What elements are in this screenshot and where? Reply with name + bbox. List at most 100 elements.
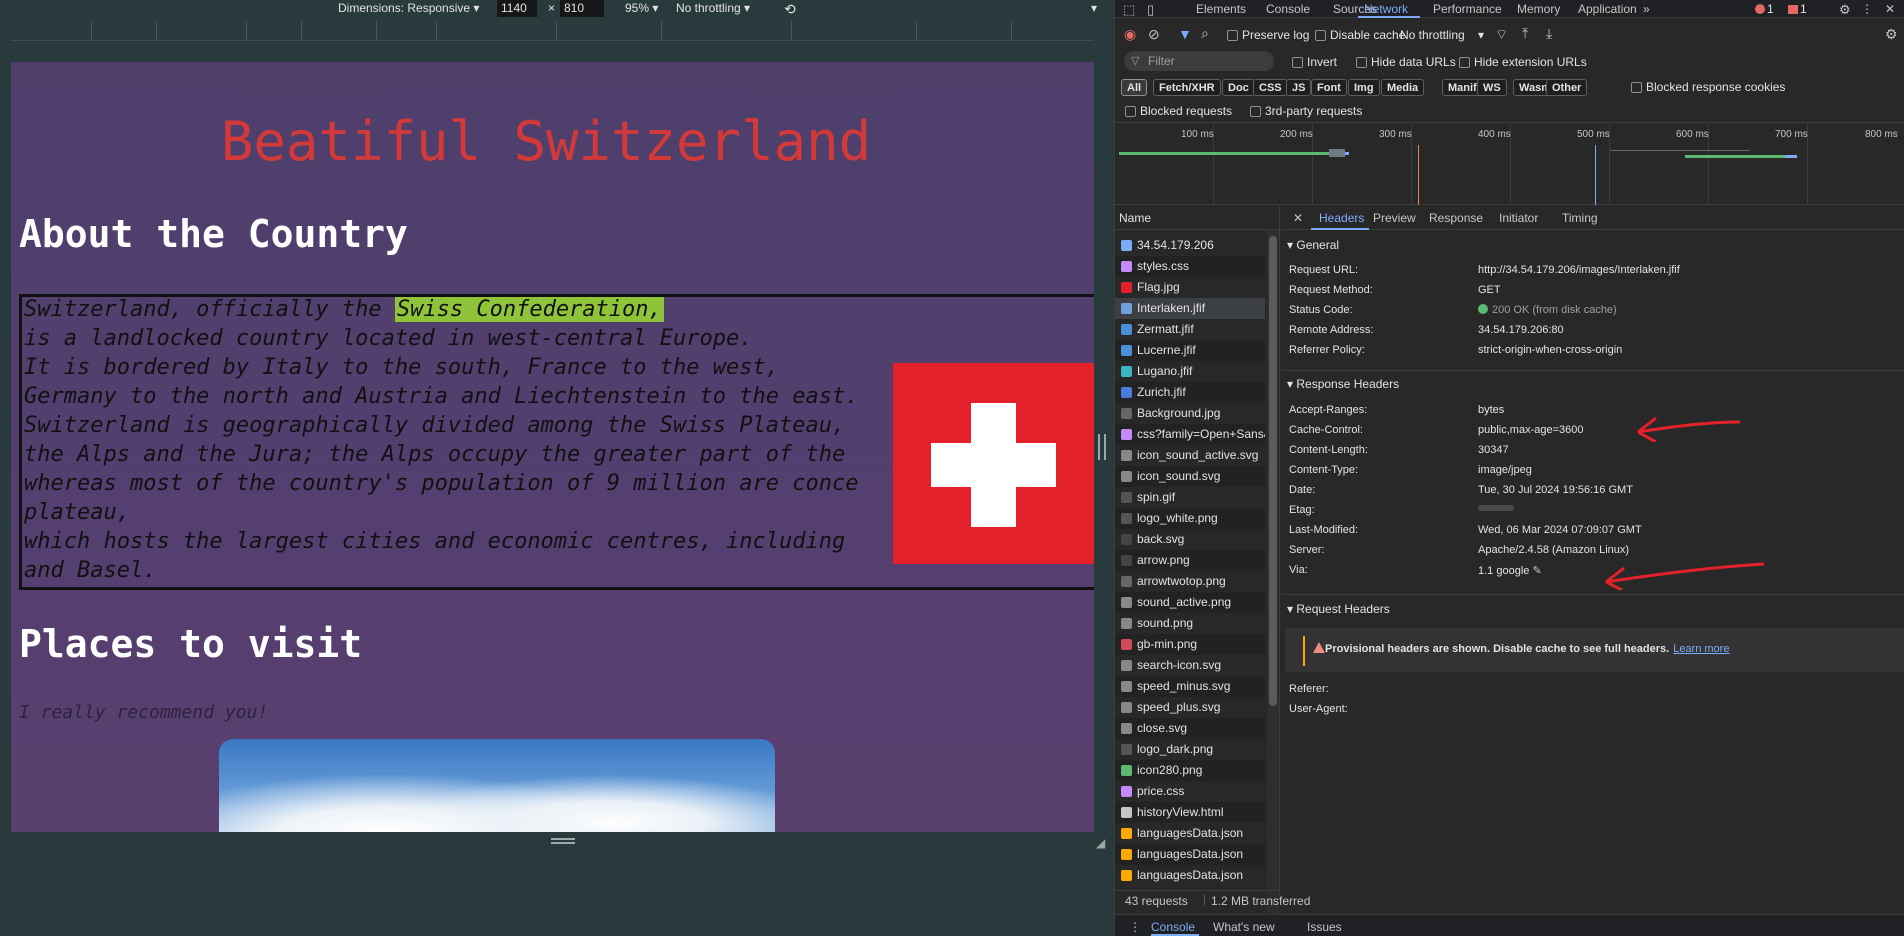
request-row[interactable]: languagesData.json — [1115, 844, 1265, 865]
width-input[interactable]: 1140 — [497, 0, 537, 17]
hide-extension-urls-checkbox[interactable]: Hide extension URLs — [1459, 55, 1587, 69]
request-row[interactable]: Lucerne.jfif — [1115, 340, 1265, 361]
zoom-dropdown[interactable]: 95% ▾ — [625, 1, 658, 15]
drawer-tab-issues[interactable]: Issues — [1307, 920, 1342, 934]
type-fetch-xhr[interactable]: Fetch/XHR — [1153, 79, 1221, 96]
dimensions-dropdown[interactable]: Dimensions: Responsive ▾ — [338, 1, 479, 15]
filter-icon[interactable]: ▼ — [1178, 26, 1192, 42]
request-row[interactable]: languagesData.json — [1115, 865, 1265, 886]
tab-network[interactable]: Network — [1364, 2, 1408, 16]
tab-headers[interactable]: Headers — [1319, 211, 1364, 225]
preserve-log-checkbox[interactable]: Preserve log — [1227, 28, 1309, 42]
search-icon[interactable]: ⌕ — [1201, 25, 1209, 42]
tab-response[interactable]: Response — [1429, 211, 1483, 225]
type-css[interactable]: CSS — [1253, 79, 1288, 96]
disable-cache-checkbox[interactable]: Disable cache — [1315, 28, 1405, 42]
header-value[interactable]: GET — [1478, 284, 1501, 296]
request-row[interactable]: logo_dark.png — [1115, 739, 1265, 760]
type-media[interactable]: Media — [1381, 79, 1425, 96]
type-js[interactable]: JS — [1286, 79, 1312, 96]
tab-performance[interactable]: Performance — [1433, 2, 1502, 16]
header-value[interactable]: strict-origin-when-cross-origin — [1478, 344, 1622, 356]
request-row[interactable]: icon280.png — [1115, 760, 1265, 781]
drawer-tab-console[interactable]: Console — [1151, 920, 1195, 934]
network-settings-icon[interactable]: ⚙ — [1885, 26, 1898, 43]
request-row[interactable]: back.svg — [1115, 529, 1265, 550]
invert-checkbox[interactable]: Invert — [1292, 55, 1337, 69]
more-menu-icon[interactable]: ⋮ — [1861, 2, 1873, 16]
filter-input[interactable]: Filter — [1124, 51, 1274, 71]
header-value[interactable]: public,max-age=3600 — [1478, 424, 1584, 436]
request-row[interactable]: languagesData.json — [1115, 823, 1265, 844]
tab-initiator[interactable]: Initiator — [1499, 211, 1538, 225]
drawer-tab-whats-new[interactable]: What's new — [1213, 920, 1275, 934]
request-row[interactable]: speed_minus.svg — [1115, 676, 1265, 697]
hide-data-urls-checkbox[interactable]: Hide data URLs — [1356, 55, 1456, 69]
request-row[interactable]: styles.css — [1115, 256, 1265, 277]
drawer-menu-icon[interactable]: ⋮ — [1129, 920, 1141, 934]
request-row[interactable]: price.css — [1115, 781, 1265, 802]
request-row[interactable]: arrow.png — [1115, 550, 1265, 571]
header-value[interactable]: image/jpeg — [1478, 464, 1532, 476]
clear-icon[interactable]: ⊘ — [1148, 26, 1160, 43]
header-value[interactable]: Apache/2.4.58 (Amazon Linux) — [1478, 544, 1629, 556]
request-row[interactable]: sound_active.png — [1115, 592, 1265, 613]
edit-pencil-icon[interactable]: ✎ — [1529, 565, 1541, 577]
tab-console[interactable]: Console — [1266, 2, 1310, 16]
rotate-icon[interactable]: ⟲ — [784, 1, 796, 18]
request-row[interactable]: historyView.html — [1115, 802, 1265, 823]
header-value[interactable]: Tue, 30 Jul 2024 19:56:16 GMT — [1478, 484, 1633, 496]
request-row[interactable]: search-icon.svg — [1115, 655, 1265, 676]
request-row[interactable]: Lugano.jfif — [1115, 361, 1265, 382]
export-har-icon[interactable]: ⤓ — [1546, 25, 1552, 42]
message-badge[interactable]: 1 — [1788, 2, 1807, 16]
header-value[interactable]: Wed, 06 Mar 2024 07:09:07 GMT — [1478, 524, 1642, 536]
device-toggle-icon[interactable]: ▯ — [1147, 2, 1154, 18]
blocked-requests-checkbox[interactable]: Blocked requests — [1125, 104, 1232, 118]
tab-application[interactable]: Application — [1578, 2, 1637, 16]
settings-gear-icon[interactable]: ⚙ — [1839, 2, 1851, 18]
request-row[interactable]: spin.gif — [1115, 487, 1265, 508]
wifi-conditions-icon[interactable]: ⌔ — [1495, 26, 1508, 44]
request-row[interactable]: gb-min.png — [1115, 634, 1265, 655]
type-ws[interactable]: WS — [1477, 79, 1507, 96]
header-value[interactable]: 34.54.179.206:80 — [1478, 324, 1564, 336]
request-row[interactable]: icon_sound_active.svg — [1115, 445, 1265, 466]
import-har-icon[interactable]: ⤒ — [1522, 25, 1528, 42]
tab-timing[interactable]: Timing — [1562, 211, 1598, 225]
request-row[interactable]: Background.jpg — [1115, 403, 1265, 424]
header-value[interactable]: 200 OK (from disk cache) — [1478, 304, 1617, 316]
type-other[interactable]: Other — [1546, 79, 1588, 96]
header-value[interactable] — [1478, 504, 1514, 516]
corner-resize-icon[interactable]: ◢ — [1096, 836, 1108, 850]
tab-preview[interactable]: Preview — [1373, 211, 1416, 225]
request-row[interactable]: Zurich.jfif — [1115, 382, 1265, 403]
request-row[interactable]: logo_white.png — [1115, 508, 1265, 529]
header-value[interactable]: 1.1 google ✎ — [1478, 564, 1542, 577]
record-stop-icon[interactable]: ◉ — [1124, 26, 1136, 43]
network-overview-timeline[interactable]: 100 ms 200 ms 300 ms 400 ms 500 ms 600 m… — [1115, 123, 1904, 205]
general-section-toggle[interactable]: ▾ General — [1287, 238, 1339, 252]
more-options-icon[interactable]: ▾ — [1091, 1, 1097, 15]
header-value[interactable]: bytes — [1478, 404, 1504, 416]
inspect-element-icon[interactable]: ⬚ — [1123, 2, 1135, 18]
header-value[interactable]: 30347 — [1478, 444, 1509, 456]
request-row[interactable]: sound.png — [1115, 613, 1265, 634]
type-img[interactable]: Img — [1348, 79, 1380, 96]
learn-more-link[interactable]: Learn more — [1673, 643, 1729, 655]
height-resize-handle[interactable] — [551, 838, 575, 844]
network-throttling-dropdown[interactable]: No throttling ▾ — [1400, 28, 1484, 42]
request-row[interactable]: Zermatt.jfif — [1115, 319, 1265, 340]
request-row[interactable]: css?family=Open+Sans&dis... — [1115, 424, 1265, 445]
request-row[interactable]: arrowtwotop.png — [1115, 571, 1265, 592]
close-detail-icon[interactable]: ✕ — [1293, 211, 1303, 225]
request-row[interactable]: speed_plus.svg — [1115, 697, 1265, 718]
request-row[interactable]: Interlaken.jfif — [1115, 298, 1265, 319]
throttling-dropdown[interactable]: No throttling ▾ — [676, 1, 750, 15]
request-row[interactable]: Flag.jpg — [1115, 277, 1265, 298]
request-list-scrollbar[interactable] — [1267, 230, 1279, 920]
error-badge[interactable]: 1 — [1755, 2, 1774, 16]
request-row[interactable]: close.svg — [1115, 718, 1265, 739]
blocked-response-cookies-checkbox[interactable]: Blocked response cookies — [1631, 80, 1785, 94]
request-row[interactable]: 34.54.179.206 — [1115, 235, 1265, 256]
